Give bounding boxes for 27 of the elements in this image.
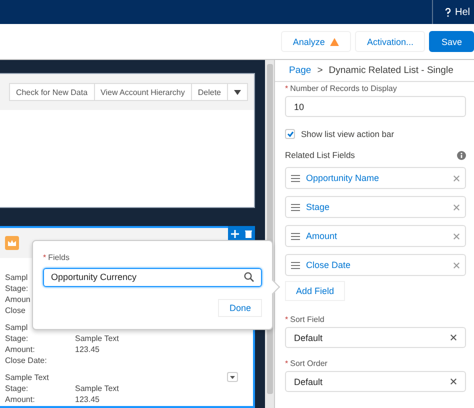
field-value: Sample Text xyxy=(75,333,120,344)
field-label: Amount: xyxy=(5,344,35,355)
record-title: Sample Text xyxy=(5,372,49,383)
field-label: Amoun xyxy=(5,294,30,305)
record-title: Sampl xyxy=(5,322,28,333)
field-value: 123.45 xyxy=(75,394,100,405)
breadcrumb-current: Dynamic Related List - Single xyxy=(328,65,454,76)
record-title: Sampl xyxy=(5,272,28,283)
field-value: Sample Text xyxy=(75,383,120,394)
field-value: 123.45 xyxy=(75,344,100,355)
field-label: Amount: xyxy=(5,394,35,405)
field-label: * Sort Order xyxy=(285,359,328,368)
breadcrumb-separator: > xyxy=(317,65,323,76)
section-title: Related List Fields xyxy=(285,150,355,160)
required-mark: * xyxy=(285,84,288,93)
checkbox-label: Show list view action bar xyxy=(301,129,394,139)
field-label: * Fields xyxy=(43,253,70,262)
field-label: Stage: xyxy=(5,383,28,394)
required-mark: * xyxy=(43,253,46,262)
field-label: Close Date: xyxy=(5,355,47,366)
field-label: * Sort Field xyxy=(285,315,326,324)
field-label: Stage: xyxy=(5,283,28,294)
required-mark: * xyxy=(285,359,288,368)
field-label: Stage: xyxy=(5,333,28,344)
required-mark: * xyxy=(285,315,288,324)
field-label: Close xyxy=(5,305,26,316)
field-label: * Number of Records to Display xyxy=(285,84,398,93)
